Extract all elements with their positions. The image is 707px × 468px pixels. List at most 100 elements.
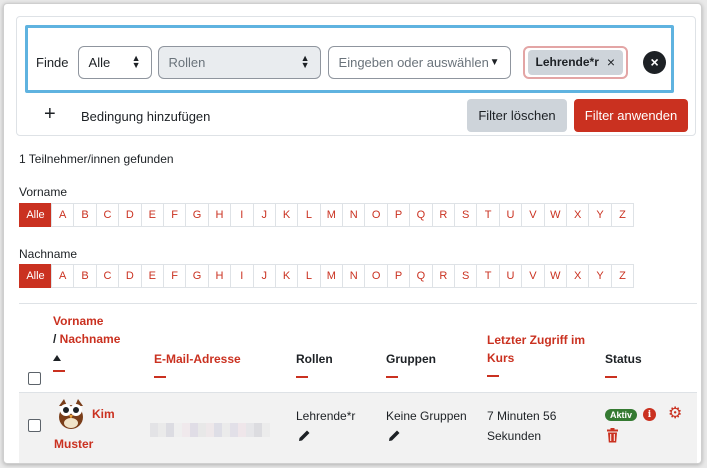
- lastname-initial-g[interactable]: G: [185, 264, 209, 288]
- participant-last-access: 7 Minuten 56 Sekunden: [487, 409, 557, 443]
- firstname-initial-m[interactable]: M: [319, 203, 344, 227]
- lastname-initial-v[interactable]: V: [521, 264, 545, 288]
- lastname-initial-b[interactable]: B: [73, 264, 97, 288]
- lastname-initial-y[interactable]: Y: [588, 264, 612, 288]
- lastname-initial-k[interactable]: K: [274, 264, 299, 288]
- header-groups: Gruppen: [386, 350, 436, 378]
- firstname-initial-q[interactable]: Q: [409, 203, 433, 227]
- firstname-initial-i[interactable]: I: [230, 203, 254, 227]
- firstname-initial-l[interactable]: L: [297, 203, 321, 227]
- lastname-initial-q[interactable]: Q: [409, 264, 433, 288]
- status-active-badge: Aktiv: [605, 409, 638, 421]
- add-condition-link[interactable]: Bedingung hinzufügen: [81, 109, 210, 124]
- lastname-initial-x[interactable]: X: [565, 264, 590, 288]
- clear-filters-button[interactable]: Filter löschen: [467, 99, 567, 132]
- selected-role-badge[interactable]: Lehrende*r ×: [527, 49, 624, 75]
- firstname-initial-all[interactable]: Alle: [19, 203, 52, 227]
- lastname-initial-o[interactable]: O: [364, 264, 388, 288]
- lastname-initial-j[interactable]: J: [252, 264, 276, 288]
- firstname-initial-v[interactable]: V: [521, 203, 545, 227]
- hide-column-icon[interactable]: [487, 375, 499, 377]
- firstname-initial-k[interactable]: K: [274, 203, 299, 227]
- firstname-initial-d[interactable]: D: [118, 203, 142, 227]
- sort-firstname-link[interactable]: Vorname: [53, 314, 103, 328]
- match-select[interactable]: Alle ▲ ▼: [77, 45, 152, 79]
- firstname-initial-h[interactable]: H: [207, 203, 232, 227]
- hide-column-icon[interactable]: [605, 376, 617, 378]
- header-email: E-Mail-Adresse: [154, 350, 241, 378]
- lastname-initials-label: Nachname: [19, 247, 78, 261]
- filter-value-placeholder: Eingeben oder auswählen...: [338, 54, 489, 70]
- firstname-initial-s[interactable]: S: [454, 203, 478, 227]
- filter-value-input[interactable]: Eingeben oder auswählen... ▼: [327, 45, 511, 79]
- plus-icon[interactable]: +: [44, 104, 56, 124]
- lastname-initial-n[interactable]: N: [342, 264, 366, 288]
- firstname-initial-f[interactable]: F: [162, 203, 187, 227]
- owl-avatar-icon: [59, 399, 83, 429]
- finde-label: Finde: [36, 54, 69, 70]
- participant-name-first[interactable]: Kim: [92, 407, 115, 421]
- header-slash: /: [53, 332, 60, 346]
- firstname-initial-o[interactable]: O: [364, 203, 388, 227]
- filter-actions-row: + Bedingung hinzufügen Filter löschen Fi…: [30, 99, 690, 132]
- firstname-initial-p[interactable]: P: [386, 203, 411, 227]
- select-all-checkbox[interactable]: [28, 372, 41, 385]
- edit-groups-pencil-icon[interactable]: [388, 429, 401, 442]
- sort-asc-icon: [53, 355, 61, 361]
- lastname-initial-z[interactable]: Z: [610, 264, 635, 288]
- lastname-initial-m[interactable]: M: [319, 264, 344, 288]
- remove-condition-icon[interactable]: ×: [643, 50, 667, 74]
- hide-column-icon[interactable]: [386, 376, 398, 378]
- lastname-initial-all[interactable]: Alle: [19, 264, 52, 288]
- lastname-initial-p[interactable]: P: [386, 264, 411, 288]
- firstname-initial-t[interactable]: T: [476, 203, 500, 227]
- gear-icon[interactable]: ⚙: [668, 406, 682, 422]
- lastname-initial-a[interactable]: A: [51, 264, 75, 288]
- edit-roles-pencil-icon[interactable]: [298, 429, 311, 442]
- trash-icon[interactable]: [606, 428, 619, 443]
- firstname-initial-u[interactable]: U: [498, 203, 523, 227]
- firstname-initial-e[interactable]: E: [140, 203, 164, 227]
- status-header-label: Status: [605, 352, 642, 366]
- sort-lastname-link[interactable]: Nachname: [60, 332, 121, 346]
- hide-column-icon[interactable]: [154, 376, 166, 378]
- lastname-initial-w[interactable]: W: [543, 264, 567, 288]
- firstname-initial-c[interactable]: C: [95, 203, 120, 227]
- filter-type-select[interactable]: Rollen ▲ ▼: [157, 45, 321, 79]
- lastname-initial-r[interactable]: R: [431, 264, 456, 288]
- firstname-initial-w[interactable]: W: [543, 203, 567, 227]
- hide-column-icon[interactable]: [53, 370, 65, 372]
- participant-groups: Keine Gruppen: [386, 409, 467, 423]
- lastname-initial-t[interactable]: T: [476, 264, 500, 288]
- participant-name-last[interactable]: Muster: [54, 437, 93, 451]
- lastname-initial-s[interactable]: S: [454, 264, 478, 288]
- firstname-initial-j[interactable]: J: [252, 203, 276, 227]
- hide-column-icon[interactable]: [296, 376, 308, 378]
- updown-icon: ▲ ▼: [131, 53, 141, 70]
- sort-last-access-link[interactable]: Letzter Zugriff im Kurs: [487, 333, 585, 365]
- match-select-value: Alle: [88, 54, 111, 70]
- lastname-initial-l[interactable]: L: [297, 264, 321, 288]
- lastname-initial-h[interactable]: H: [207, 264, 232, 288]
- lastname-initial-d[interactable]: D: [118, 264, 142, 288]
- badge-remove-icon[interactable]: ×: [607, 54, 615, 70]
- lastname-initial-i[interactable]: I: [230, 264, 254, 288]
- info-icon[interactable]: i: [643, 408, 656, 421]
- row-select-checkbox[interactable]: [28, 419, 41, 432]
- firstname-initial-g[interactable]: G: [185, 203, 209, 227]
- firstname-initial-x[interactable]: X: [565, 203, 590, 227]
- apply-filters-button[interactable]: Filter anwenden: [574, 99, 688, 132]
- firstname-initial-z[interactable]: Z: [610, 203, 635, 227]
- firstname-initial-r[interactable]: R: [431, 203, 456, 227]
- firstname-initial-b[interactable]: B: [73, 203, 97, 227]
- participant-role: Lehrende*r: [296, 409, 356, 423]
- firstname-initial-n[interactable]: N: [342, 203, 366, 227]
- lastname-initial-f[interactable]: F: [162, 264, 187, 288]
- firstname-initial-a[interactable]: A: [51, 203, 75, 227]
- firstname-initial-y[interactable]: Y: [588, 203, 612, 227]
- lastname-initial-e[interactable]: E: [140, 264, 164, 288]
- lastname-initial-u[interactable]: U: [498, 264, 523, 288]
- email-redacted: [150, 423, 270, 437]
- lastname-initial-c[interactable]: C: [95, 264, 120, 288]
- sort-email-link[interactable]: E-Mail-Adresse: [154, 352, 241, 366]
